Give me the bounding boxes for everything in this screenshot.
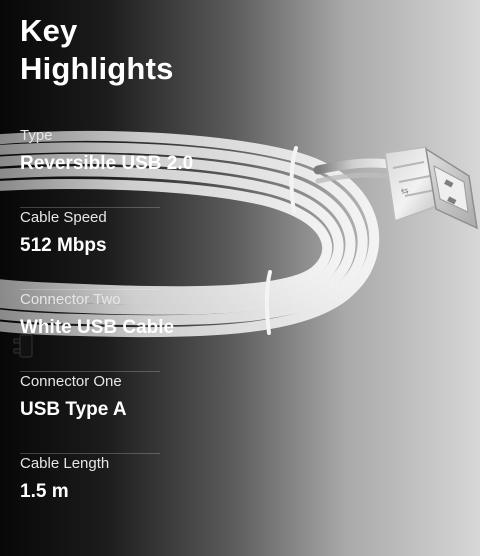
spec-value-type: Reversible USB 2.0 [20, 153, 194, 174]
spec-row-cable-length: Cable Length 1.5 m [20, 454, 160, 536]
spec-row-connector-one: Connector One USB Type A [20, 372, 160, 454]
spec-value-cable-speed: 512 Mbps [20, 235, 107, 256]
spec-list: Type Reversible USB 2.0 Cable Speed 512 … [20, 126, 194, 536]
spec-label-cable-length: Cable Length [20, 455, 110, 472]
spec-label-connector-one: Connector One [20, 373, 122, 390]
key-highlights-card: ⇆ Key Highlights Type Reversible USB 2.0… [0, 0, 480, 556]
spec-value-connector-one: USB Type A [20, 399, 127, 420]
spec-row-connector-two: Connector Two White USB Cable [20, 290, 175, 372]
title-line-1: Key [20, 13, 78, 48]
title-line-2: Highlights [20, 51, 174, 86]
spec-row-type: Type Reversible USB 2.0 [20, 126, 194, 208]
page-title: Key Highlights [20, 12, 173, 88]
spec-label-cable-speed: Cable Speed [20, 209, 107, 226]
spec-label-connector-two: Connector Two [20, 291, 121, 308]
spec-value-cable-length: 1.5 m [20, 481, 69, 502]
spec-row-cable-speed: Cable Speed 512 Mbps [20, 208, 160, 290]
specs-panel: Key Highlights Type Reversible USB 2.0 C… [20, 12, 194, 536]
spec-label-type: Type [20, 127, 53, 144]
spec-value-connector-two: White USB Cable [20, 317, 175, 338]
